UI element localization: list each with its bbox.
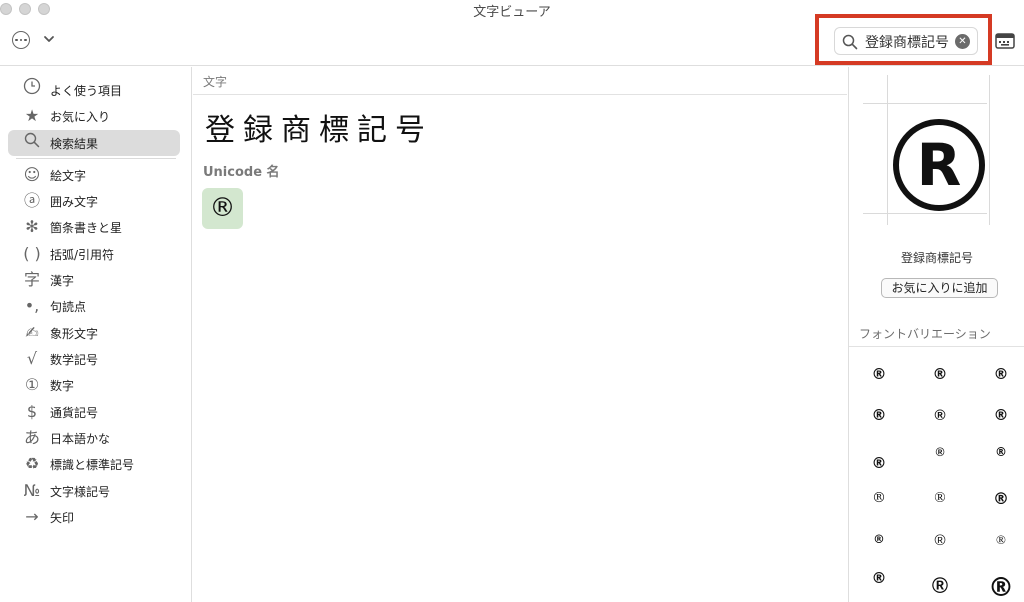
search-input[interactable]: 登録商標記号 (865, 32, 949, 52)
pictograph-icon: ✍ (25, 323, 39, 342)
dollar-icon: $ (26, 402, 38, 421)
magnifier-icon (842, 34, 858, 50)
sidebar-item-letterlike[interactable]: № 文字様記号 (8, 478, 180, 504)
sidebar-item-favorites[interactable]: ★ お気に入り (8, 103, 180, 129)
section-divider (193, 94, 847, 95)
font-variation-glyph[interactable]: ® (920, 408, 960, 423)
sidebar-item-math[interactable]: √ 数学記号 (8, 346, 180, 372)
sidebar-item-label: お気に入り (50, 109, 111, 124)
search-query-display: 登録商標記号 (205, 113, 433, 148)
parentheses-icon: ( ) (23, 244, 41, 263)
font-variation-glyph[interactable]: ® (859, 367, 899, 382)
variations-divider (849, 346, 1024, 347)
punctuation-icon: •, (24, 296, 40, 315)
sidebar-item-recent[interactable]: よく使う項目 (8, 77, 180, 103)
sidebar-item-label: 日本語かな (50, 431, 111, 446)
sidebar-item-label: 文字様記号 (50, 484, 111, 499)
sidebar-item-search-results[interactable]: 検索結果 (8, 130, 180, 156)
character-preview: R (863, 75, 990, 225)
font-variation-glyph[interactable]: ® (859, 491, 899, 505)
category-sidebar: よく使う項目 ★ お気に入り 検索結果 ☺ 絵文字 ⓐ 囲み文字 ✻ 箇条書きと… (0, 67, 192, 602)
ellipsis-circle-icon[interactable] (12, 31, 30, 49)
font-variation-glyph[interactable]: ® (859, 571, 899, 586)
sidebar-item-label: 括弧/引用符 (50, 247, 115, 262)
sidebar-item-emoji[interactable]: ☺ 絵文字 (8, 162, 180, 188)
chevron-down-icon[interactable] (42, 33, 56, 47)
font-variation-glyph[interactable]: ® (920, 367, 960, 382)
sidebar-item-currency[interactable]: $ 通貨記号 (8, 399, 180, 425)
sidebar-item-label: 囲み文字 (50, 194, 99, 209)
font-variation-glyph[interactable]: ® (920, 533, 960, 548)
search-field[interactable]: 登録商標記号 ✕ (834, 27, 978, 55)
font-variation-glyph[interactable]: ® (981, 446, 1021, 458)
font-variations-heading: フォントバリエーション (859, 327, 991, 341)
section-header: 文字 (203, 75, 228, 89)
unicode-name-heading: Unicode 名 (203, 165, 280, 180)
guide-line (989, 75, 990, 225)
keyboard-viewer-icon[interactable] (995, 33, 1015, 49)
sidebar-item-label: 通貨記号 (50, 405, 99, 420)
sidebar-item-label: 数字 (50, 378, 75, 393)
preview-glyph: R (893, 119, 985, 211)
sidebar-item-arrows[interactable]: → 矢印 (8, 504, 180, 530)
sidebar-item-pictographs[interactable]: ✍ 象形文字 (8, 320, 180, 346)
sidebar-item-label: 象形文字 (50, 326, 99, 341)
font-variation-glyph[interactable]: ® (981, 408, 1021, 423)
star-icon: ★ (24, 106, 40, 125)
kanji-icon: 字 (23, 270, 40, 289)
sidebar-item-label: 検索結果 (50, 136, 99, 151)
add-to-favorites-button[interactable]: お気に入りに追加 (881, 278, 998, 298)
title-bar: 文字ビューア 登録商標記号 ✕ (0, 0, 1024, 66)
sidebar-divider (16, 158, 176, 159)
recycle-icon: ♻ (24, 454, 40, 473)
font-variation-glyph[interactable]: ® (859, 456, 899, 471)
sidebar-item-label: 矢印 (50, 510, 75, 525)
circled-a-icon: ⓐ (23, 191, 40, 210)
detail-panel: R 登録商標記号 お気に入りに追加 フォントバリエーション ® ® ® ® ® ® ® ® ® ®… (848, 67, 1024, 602)
sidebar-item-japanese-kana[interactable]: あ 日本語かな (8, 425, 180, 451)
guide-line (863, 103, 987, 104)
font-variation-glyph[interactable]: ® (920, 446, 960, 458)
guide-line (863, 213, 987, 214)
font-variation-glyph[interactable]: ® (981, 575, 1021, 601)
font-variation-glyph[interactable]: ® (981, 367, 1021, 382)
guide-line (887, 75, 888, 225)
sidebar-item-label: 絵文字 (50, 168, 87, 183)
font-variation-glyph[interactable]: ® (920, 491, 960, 506)
sidebar-item-signs-symbols[interactable]: ♻ 標識と標準記号 (8, 451, 180, 477)
numero-icon: № (23, 481, 41, 500)
font-variation-glyph[interactable]: ® (859, 408, 899, 423)
results-pane: 文字 登録商標記号 Unicode 名 ® (193, 67, 847, 602)
sidebar-item-punctuation[interactable]: •, 句読点 (8, 293, 180, 319)
hiragana-a-icon: あ (23, 428, 40, 447)
font-variation-glyph[interactable]: ® (920, 575, 960, 597)
clear-icon[interactable]: ✕ (955, 34, 970, 49)
sidebar-item-label: 数学記号 (50, 352, 99, 367)
smiley-icon: ☺ (23, 165, 41, 184)
sidebar-item-brackets[interactable]: ( ) 括弧/引用符 (8, 241, 180, 267)
arrow-right-icon: → (25, 507, 39, 526)
square-root-icon: √ (26, 349, 38, 368)
font-variation-glyph[interactable]: ® (981, 533, 1021, 546)
sidebar-item-kanji[interactable]: 字 漢字 (8, 267, 180, 293)
sidebar-item-label: 句読点 (50, 299, 87, 314)
sidebar-item-bullets-stars[interactable]: ✻ 箇条書きと星 (8, 214, 180, 240)
sidebar-item-digits[interactable]: ① 数字 (8, 372, 180, 398)
sidebar-item-label: 標識と標準記号 (50, 457, 135, 472)
search-icon (20, 130, 44, 156)
circled-one-icon: ① (24, 375, 40, 394)
sidebar-item-label: 漢字 (50, 273, 75, 288)
character-name: 登録商標記号 (900, 251, 973, 265)
sidebar-item-enclosed[interactable]: ⓐ 囲み文字 (8, 188, 180, 214)
asterisk-icon: ✻ (25, 217, 39, 236)
font-variation-glyph[interactable]: ® (981, 491, 1021, 507)
clock-icon (20, 77, 44, 103)
sidebar-item-label: 箇条書きと星 (50, 220, 123, 235)
sidebar-item-label: よく使う項目 (50, 83, 123, 98)
font-variation-glyph[interactable]: ® (859, 533, 899, 547)
result-character-cell[interactable]: ® (202, 188, 243, 229)
